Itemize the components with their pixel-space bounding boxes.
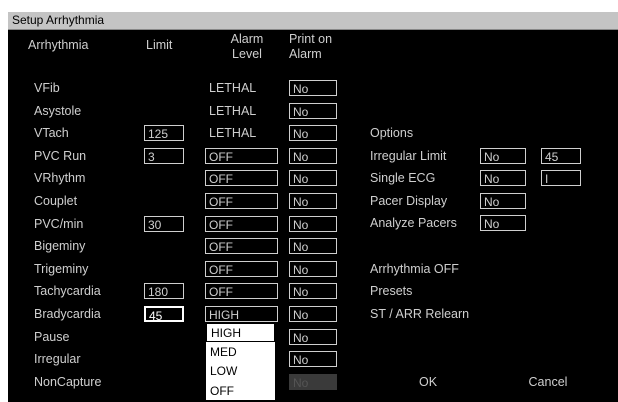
analyze-pacers-label: Analyze Pacers bbox=[370, 216, 457, 230]
alarm-level-text-asystole: LETHAL bbox=[209, 104, 257, 118]
screen: Setup Arrhythmia Arrhythmia Limit Alarm … bbox=[0, 0, 618, 402]
setup-arrhythmia-window: Setup Arrhythmia Arrhythmia Limit Alarm … bbox=[8, 12, 618, 402]
dropdown-option-med[interactable]: MED bbox=[206, 343, 275, 362]
single-ecg-field[interactable]: No bbox=[480, 170, 526, 186]
row-label-pause: Pause bbox=[34, 330, 70, 344]
st-arr-relearn-button[interactable]: ST / ARR Relearn bbox=[370, 306, 469, 322]
alarm-level-field-pvc-run[interactable]: OFF bbox=[205, 148, 278, 164]
print-field-bradycardia[interactable]: No bbox=[289, 306, 337, 322]
row-label-vrhythm: VRhythm bbox=[34, 171, 86, 185]
row-label-bigeminy: Bigeminy bbox=[34, 239, 86, 253]
print-field-bigeminy[interactable]: No bbox=[289, 238, 337, 254]
alarm-level-field-bigeminy[interactable]: OFF bbox=[205, 238, 278, 254]
alarm-level-field-couplet[interactable]: OFF bbox=[205, 193, 278, 209]
limit-field-bradycardia[interactable]: 45 bbox=[144, 306, 184, 323]
alarm-level-field-pvc-min[interactable]: OFF bbox=[205, 216, 278, 232]
row-label-couplet: Couplet bbox=[34, 194, 78, 208]
alarm-level-field-tachycardia[interactable]: OFF bbox=[205, 283, 278, 299]
row-label-tachycardia: Tachycardia bbox=[34, 284, 101, 298]
print-field-pause[interactable]: No bbox=[289, 329, 337, 345]
row-label-irregular: Irregular bbox=[34, 352, 81, 366]
alarm-level-dropdown[interactable]: HIGH MED LOW OFF bbox=[205, 322, 276, 401]
col-header-arrhythmia: Arrhythmia bbox=[28, 38, 89, 52]
window-title: Setup Arrhythmia bbox=[12, 13, 105, 27]
print-field-noncapture: No bbox=[289, 374, 337, 390]
row-label-noncapture: NonCapture bbox=[34, 375, 102, 389]
row-label-asystole: Asystole bbox=[34, 104, 82, 118]
print-field-irregular[interactable]: No bbox=[289, 351, 337, 367]
print-field-pvc-run[interactable]: No bbox=[289, 148, 337, 164]
row-label-pvc-run: PVC Run bbox=[34, 149, 87, 163]
print-field-vfib[interactable]: No bbox=[289, 80, 337, 96]
limit-field-vtach[interactable]: 125 bbox=[144, 125, 184, 141]
print-field-tachycardia[interactable]: No bbox=[289, 283, 337, 299]
irregular-limit-value-field[interactable]: 45 bbox=[541, 148, 581, 164]
col-header-alarm-level-line2: Level bbox=[232, 47, 262, 61]
pacer-display-field[interactable]: No bbox=[480, 193, 526, 209]
print-field-vrhythm[interactable]: No bbox=[289, 170, 337, 186]
single-ecg-label: Single ECG bbox=[370, 171, 436, 185]
row-label-vfib: VFib bbox=[34, 81, 60, 95]
col-header-print-line1: Print on bbox=[289, 32, 333, 46]
alarm-level-field-trigeminy[interactable]: OFF bbox=[205, 261, 278, 277]
col-header-limit: Limit bbox=[146, 38, 173, 52]
col-header-alarm-level-line1: Alarm bbox=[230, 32, 264, 46]
row-label-bradycardia: Bradycardia bbox=[34, 307, 101, 321]
presets-button[interactable]: Presets bbox=[370, 283, 412, 299]
row-label-trigeminy: Trigeminy bbox=[34, 262, 89, 276]
limit-field-pvc-run[interactable]: 3 bbox=[144, 148, 184, 164]
col-header-print-on-alarm: Print on Alarm bbox=[289, 32, 332, 62]
dropdown-option-high[interactable]: HIGH bbox=[206, 323, 275, 342]
limit-field-tachycardia[interactable]: 180 bbox=[144, 283, 184, 299]
irregular-limit-field[interactable]: No bbox=[480, 148, 526, 164]
alarm-level-text-vtach: LETHAL bbox=[209, 126, 257, 140]
pacer-display-label: Pacer Display bbox=[370, 194, 448, 208]
ok-button[interactable]: OK bbox=[408, 374, 448, 390]
irregular-limit-label: Irregular Limit bbox=[370, 149, 447, 163]
print-field-trigeminy[interactable]: No bbox=[289, 261, 337, 277]
title-bar: Setup Arrhythmia bbox=[8, 12, 618, 30]
options-heading: Options bbox=[370, 126, 414, 140]
print-field-asystole[interactable]: No bbox=[289, 103, 337, 119]
col-header-print-line2: Alarm bbox=[289, 47, 322, 61]
cancel-button[interactable]: Cancel bbox=[518, 374, 578, 390]
alarm-level-field-vrhythm[interactable]: OFF bbox=[205, 170, 278, 186]
col-header-alarm-level: Alarm Level bbox=[222, 32, 272, 62]
analyze-pacers-field[interactable]: No bbox=[480, 215, 526, 231]
alarm-level-text-vfib: LETHAL bbox=[209, 81, 257, 95]
dropdown-option-low[interactable]: LOW bbox=[206, 362, 275, 381]
print-field-vtach[interactable]: No bbox=[289, 125, 337, 141]
limit-field-pvc-min[interactable]: 30 bbox=[144, 216, 184, 232]
alarm-level-field-bradycardia[interactable]: HIGH bbox=[205, 306, 278, 322]
single-ecg-lead-field[interactable]: I bbox=[541, 170, 581, 186]
row-label-pvc-min: PVC/min bbox=[34, 217, 84, 231]
print-field-couplet[interactable]: No bbox=[289, 193, 337, 209]
print-field-pvc-min[interactable]: No bbox=[289, 216, 337, 232]
row-label-vtach: VTach bbox=[34, 126, 69, 140]
arrhythmia-off-button[interactable]: Arrhythmia OFF bbox=[370, 261, 459, 277]
dropdown-option-off[interactable]: OFF bbox=[206, 382, 275, 401]
